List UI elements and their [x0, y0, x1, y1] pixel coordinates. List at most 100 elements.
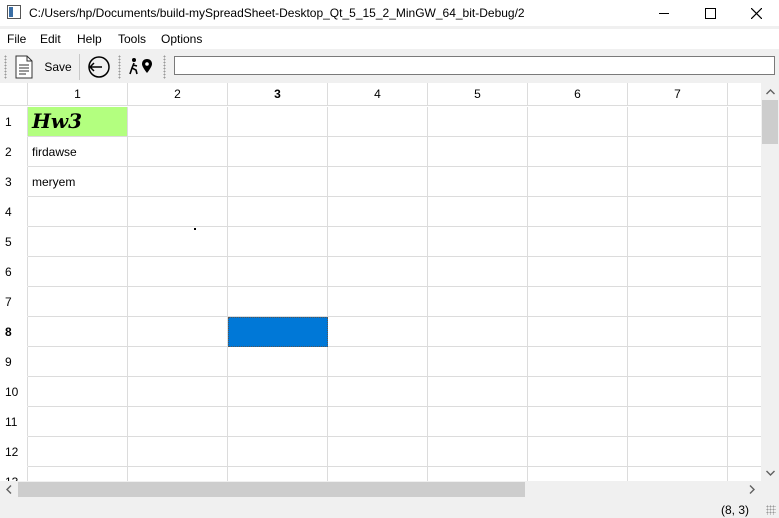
table-cell-r5-c7[interactable] [628, 227, 728, 257]
table-cell-r10-c4[interactable] [328, 377, 428, 407]
row-header-5[interactable]: 5 [0, 227, 28, 257]
table-cell-r5-c2[interactable] [128, 227, 228, 257]
table-cell-r4-c4[interactable] [328, 197, 428, 227]
table-cell-r10-c7[interactable] [628, 377, 728, 407]
toolbar-grip-2[interactable] [118, 55, 121, 79]
table-cell-r9-c6[interactable] [528, 347, 628, 377]
table-cell-r2-c8[interactable] [728, 137, 761, 167]
formula-input[interactable] [174, 56, 775, 75]
table-cell-r7-c7[interactable] [628, 287, 728, 317]
table-cell-r3-c6[interactable] [528, 167, 628, 197]
table-cell-r11-c7[interactable] [628, 407, 728, 437]
table-cell-r9-c4[interactable] [328, 347, 428, 377]
menu-tools[interactable]: Tools [118, 32, 146, 46]
table-cell-r12-c3[interactable] [228, 437, 328, 467]
table-cell-r3-c7[interactable] [628, 167, 728, 197]
table-cell-r13-c3[interactable] [228, 467, 328, 481]
row-header-3[interactable]: 3 [0, 167, 28, 197]
column-header-8[interactable] [728, 83, 761, 106]
table-cell-r3-c3[interactable] [228, 167, 328, 197]
minimize-button[interactable] [641, 0, 687, 26]
table-cell-r10-c1[interactable] [28, 377, 128, 407]
table-cell-r9-c3[interactable] [228, 347, 328, 377]
save-button[interactable]: Save [40, 53, 76, 81]
table-cell-r12-c4[interactable] [328, 437, 428, 467]
table-cell-r1-c7[interactable] [628, 107, 728, 137]
table-cell-r4-c3[interactable] [228, 197, 328, 227]
table-cell-r1-c6[interactable] [528, 107, 628, 137]
table-cell-r6-c2[interactable] [128, 257, 228, 287]
table-cell-r5-c8[interactable] [728, 227, 761, 257]
table-cell-r7-c3[interactable] [228, 287, 328, 317]
table-cell-r9-c2[interactable] [128, 347, 228, 377]
table-cell-r4-c8[interactable] [728, 197, 761, 227]
table-cell-r4-c6[interactable] [528, 197, 628, 227]
row-header-9[interactable]: 9 [0, 347, 28, 377]
toolbar-grip[interactable] [4, 55, 7, 79]
scroll-right-arrow-icon[interactable] [743, 481, 761, 498]
table-cell-r1-c4[interactable] [328, 107, 428, 137]
table-cell-r5-c6[interactable] [528, 227, 628, 257]
column-header-7[interactable]: 7 [628, 83, 728, 106]
table-cell-r13-c6[interactable] [528, 467, 628, 481]
table-cell-r4-c1[interactable] [28, 197, 128, 227]
table-cell-r11-c5[interactable] [428, 407, 528, 437]
table-cell-r9-c7[interactable] [628, 347, 728, 377]
row-header-1[interactable]: 1 [0, 107, 28, 137]
table-cell-r3-c4[interactable] [328, 167, 428, 197]
row-header-10[interactable]: 10 [0, 377, 28, 407]
table-cell-r11-c4[interactable] [328, 407, 428, 437]
table-cell-r5-c5[interactable] [428, 227, 528, 257]
scroll-down-arrow-icon[interactable] [761, 464, 779, 481]
table-cell-r2-c7[interactable] [628, 137, 728, 167]
table-cell-r6-c8[interactable] [728, 257, 761, 287]
menu-help[interactable]: Help [77, 32, 102, 46]
table-cell-r13-c7[interactable] [628, 467, 728, 481]
table-cell-r3-c1[interactable]: meryem [28, 167, 128, 197]
table-cell-r4-c2[interactable] [128, 197, 228, 227]
table-cell-r1-c3[interactable] [228, 107, 328, 137]
table-cell-r8-c4[interactable] [328, 317, 428, 347]
row-header-13[interactable]: 13 [0, 467, 28, 481]
table-cell-r8-c2[interactable] [128, 317, 228, 347]
table-cell-r6-c1[interactable] [28, 257, 128, 287]
vertical-scrollbar[interactable] [761, 83, 779, 481]
table-cell-r1-c1[interactable]: Hw3 [28, 107, 128, 137]
table-cell-r8-c3[interactable] [228, 317, 328, 347]
table-cell-r2-c5[interactable] [428, 137, 528, 167]
spreadsheet-table[interactable]: 1 2 3 4 5 6 7 1 2 3 4 5 6 7 8 9 10 11 12… [0, 83, 761, 481]
scroll-up-arrow-icon[interactable] [761, 83, 779, 100]
table-cell-r6-c5[interactable] [428, 257, 528, 287]
table-cell-r3-c8[interactable] [728, 167, 761, 197]
table-cell-r2-c2[interactable] [128, 137, 228, 167]
table-cell-r5-c1[interactable] [28, 227, 128, 257]
table-cell-r11-c1[interactable] [28, 407, 128, 437]
table-cell-r7-c8[interactable] [728, 287, 761, 317]
table-cell-r6-c3[interactable] [228, 257, 328, 287]
row-header-2[interactable]: 2 [0, 137, 28, 167]
table-cell-r11-c8[interactable] [728, 407, 761, 437]
table-cell-r9-c8[interactable] [728, 347, 761, 377]
table-cell-r7-c1[interactable] [28, 287, 128, 317]
column-header-1[interactable]: 1 [28, 83, 128, 106]
table-cell-r2-c4[interactable] [328, 137, 428, 167]
table-cell-r2-c1[interactable]: firdawse [28, 137, 128, 167]
scroll-left-arrow-icon[interactable] [0, 481, 18, 498]
table-cell-r8-c1[interactable] [28, 317, 128, 347]
column-header-2[interactable]: 2 [128, 83, 228, 106]
table-cell-r12-c7[interactable] [628, 437, 728, 467]
table-cell-r13-c4[interactable] [328, 467, 428, 481]
table-corner[interactable] [0, 83, 28, 106]
resize-grip[interactable] [766, 505, 776, 515]
table-cell-r12-c1[interactable] [28, 437, 128, 467]
table-cell-r12-c5[interactable] [428, 437, 528, 467]
new-document-button[interactable] [12, 53, 36, 81]
table-cell-r6-c6[interactable] [528, 257, 628, 287]
column-header-4[interactable]: 4 [328, 83, 428, 106]
row-header-7[interactable]: 7 [0, 287, 28, 317]
horizontal-scroll-thumb[interactable] [18, 482, 525, 497]
table-cell-r12-c6[interactable] [528, 437, 628, 467]
table-cell-r13-c1[interactable] [28, 467, 128, 481]
table-cell-r4-c5[interactable] [428, 197, 528, 227]
vertical-scroll-thumb[interactable] [762, 100, 778, 144]
